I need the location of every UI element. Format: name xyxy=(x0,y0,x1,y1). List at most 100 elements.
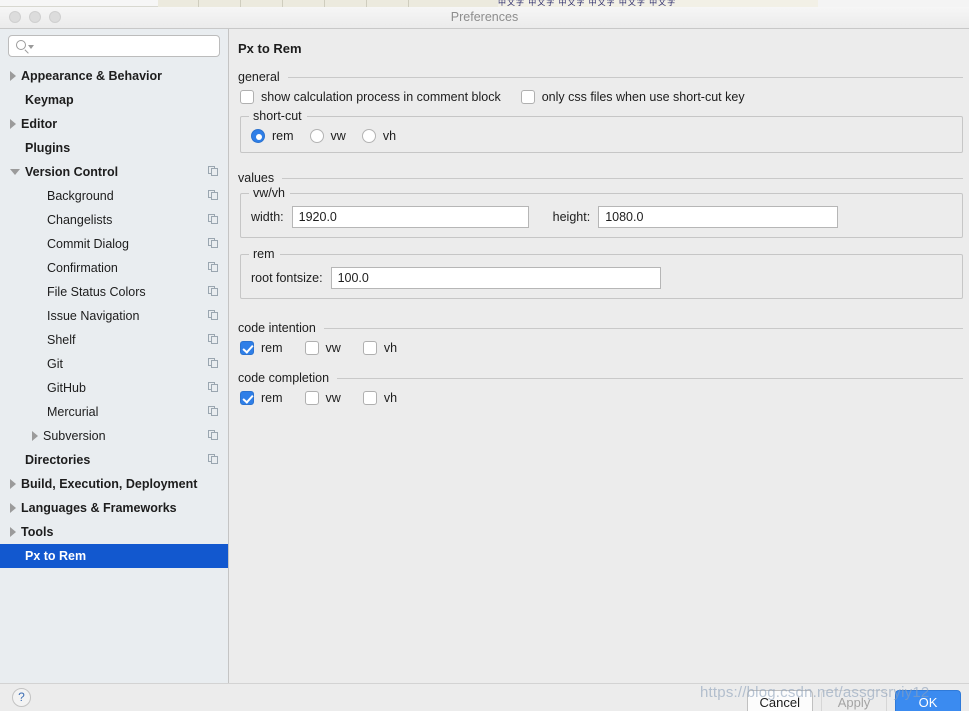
section-general: general xyxy=(238,70,963,84)
copy-icon[interactable] xyxy=(208,406,219,417)
checkbox-completion-rem[interactable]: rem xyxy=(240,391,283,405)
root-fontsize-input[interactable] xyxy=(330,267,661,289)
width-label: width: xyxy=(251,210,284,224)
copy-icon[interactable] xyxy=(208,286,219,297)
sidebar-item-label: Tools xyxy=(21,525,54,539)
radio-dot[interactable] xyxy=(309,129,324,143)
chevron-right-icon[interactable] xyxy=(10,527,16,537)
chevron-right-icon[interactable] xyxy=(32,431,38,441)
sidebar-item-git[interactable]: Git xyxy=(0,352,228,376)
search-input[interactable] xyxy=(36,36,216,56)
apply-button[interactable]: Apply xyxy=(821,690,887,711)
checkbox-intention-vw[interactable]: vw xyxy=(304,341,341,355)
background-toolbar xyxy=(0,0,158,7)
sidebar-item-confirmation[interactable]: Confirmation xyxy=(0,256,228,280)
checkbox-show-calculation[interactable]: show calculation process in comment bloc… xyxy=(240,90,501,104)
copy-icon[interactable] xyxy=(208,358,219,369)
root-fontsize-label: root fontsize: xyxy=(251,271,323,285)
sidebar-item-label: Commit Dialog xyxy=(47,237,129,251)
checkbox-intention-rem[interactable]: rem xyxy=(240,341,283,355)
checkbox-label: vh xyxy=(383,391,398,405)
sidebar-item-plugins[interactable]: Plugins xyxy=(0,136,228,160)
copy-icon[interactable] xyxy=(208,310,219,321)
checkbox-intention-vh[interactable]: vh xyxy=(362,341,397,355)
sidebar-item-editor[interactable]: Editor xyxy=(0,112,228,136)
background-window-strip: 中文字 中文字 中文字 中文字 中文字 中文字 xyxy=(0,0,969,7)
chevron-right-icon[interactable] xyxy=(10,119,16,129)
checkbox-box[interactable] xyxy=(304,391,319,405)
sidebar-item-px-to-rem[interactable]: Px to Rem xyxy=(0,544,228,568)
sidebar-item-label: Mercurial xyxy=(47,405,99,419)
copy-icon[interactable] xyxy=(208,334,219,345)
sidebar-item-subversion[interactable]: Subversion xyxy=(0,424,228,448)
help-button[interactable]: ? xyxy=(12,688,31,707)
width-input[interactable] xyxy=(291,206,529,228)
checkbox-only-css-files[interactable]: only css files when use short-cut key xyxy=(509,90,745,104)
sidebar-item-build-execution-deployment[interactable]: Build, Execution, Deployment xyxy=(0,472,228,496)
sidebar-item-file-status-colors[interactable]: File Status Colors xyxy=(0,280,228,304)
chevron-right-icon[interactable] xyxy=(10,71,16,81)
group-rem: rem root fontsize: xyxy=(240,247,963,299)
sidebar-item-github[interactable]: GitHub xyxy=(0,376,228,400)
group-vw-vh-label: vw/vh xyxy=(249,186,290,200)
ok-button[interactable]: OK xyxy=(895,690,961,711)
radio-dot[interactable] xyxy=(361,129,376,143)
sidebar-item-languages-frameworks[interactable]: Languages & Frameworks xyxy=(0,496,228,520)
radio-dot[interactable] xyxy=(251,129,265,143)
background-strip-text: 中文字 中文字 中文字 中文字 中文字 中文字 xyxy=(498,0,677,7)
search-box[interactable] xyxy=(8,35,220,57)
chevron-down-icon[interactable] xyxy=(28,45,34,49)
sidebar-item-version-control[interactable]: Version Control xyxy=(0,160,228,184)
chevron-right-icon[interactable] xyxy=(10,479,16,489)
checkbox-box[interactable] xyxy=(240,90,254,104)
checkbox-completion-vh[interactable]: vh xyxy=(362,391,398,405)
sidebar-item-label: Directories xyxy=(25,453,91,467)
checkbox-label: only css files when use short-cut key xyxy=(541,90,745,104)
checkbox-box[interactable] xyxy=(240,391,254,405)
sidebar-item-label: Px to Rem xyxy=(25,549,87,563)
checkbox-box[interactable] xyxy=(304,341,319,355)
sidebar-item-directories[interactable]: Directories xyxy=(0,448,228,472)
checkbox-box[interactable] xyxy=(362,391,377,405)
chevron-down-icon[interactable] xyxy=(10,169,20,175)
copy-icon[interactable] xyxy=(208,430,219,441)
short-cut-radio-row: rem vw vh xyxy=(251,129,952,143)
radio-shortcut-rem[interactable]: rem xyxy=(251,129,294,143)
copy-icon[interactable] xyxy=(208,190,219,201)
radio-shortcut-vh[interactable]: vh xyxy=(361,129,396,143)
copy-icon[interactable] xyxy=(208,238,219,249)
checkbox-box[interactable] xyxy=(240,341,254,355)
copy-icon[interactable] xyxy=(208,214,219,225)
sidebar-item-keymap[interactable]: Keymap xyxy=(0,88,228,112)
sidebar-item-label: Issue Navigation xyxy=(47,309,140,323)
copy-icon[interactable] xyxy=(208,166,219,177)
sidebar-item-changelists[interactable]: Changelists xyxy=(0,208,228,232)
sidebar-item-shelf[interactable]: Shelf xyxy=(0,328,228,352)
checkbox-box[interactable] xyxy=(520,90,535,104)
sidebar-item-appearance-behavior[interactable]: Appearance & Behavior xyxy=(0,64,228,88)
sidebar-item-background[interactable]: Background xyxy=(0,184,228,208)
sidebar-item-commit-dialog[interactable]: Commit Dialog xyxy=(0,232,228,256)
copy-icon[interactable] xyxy=(208,382,219,393)
radio-shortcut-vw[interactable]: vw xyxy=(309,129,346,143)
cancel-button[interactable]: Cancel xyxy=(746,690,813,711)
sidebar-item-mercurial[interactable]: Mercurial xyxy=(0,400,228,424)
copy-icon[interactable] xyxy=(208,454,219,465)
copy-icon[interactable] xyxy=(208,262,219,273)
height-input[interactable] xyxy=(598,206,839,228)
chevron-right-icon[interactable] xyxy=(10,503,16,513)
checkbox-box[interactable] xyxy=(362,341,377,355)
sidebar-item-label: Build, Execution, Deployment xyxy=(21,477,198,491)
sidebar-item-label: Shelf xyxy=(47,333,76,347)
checkbox-completion-vw[interactable]: vw xyxy=(304,391,341,405)
sidebar-item-issue-navigation[interactable]: Issue Navigation xyxy=(0,304,228,328)
sidebar-item-tools[interactable]: Tools xyxy=(0,520,228,544)
